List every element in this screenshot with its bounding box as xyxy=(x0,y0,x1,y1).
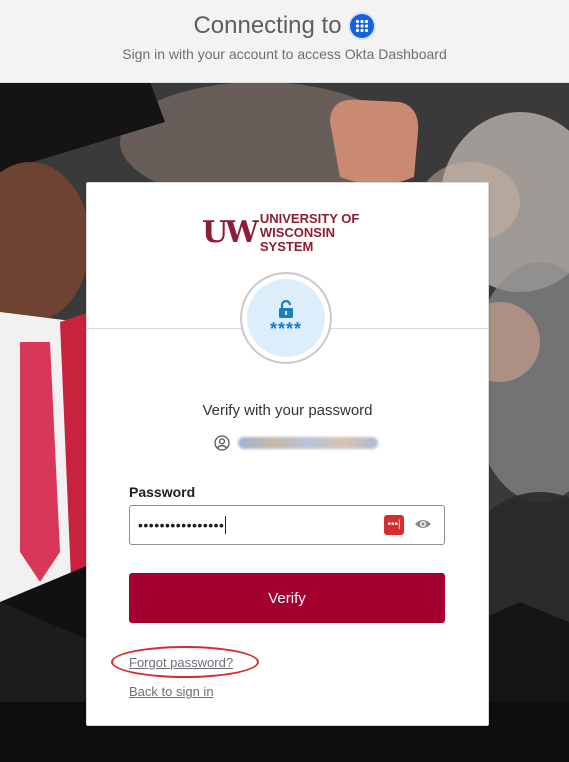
connecting-heading: Connecting to xyxy=(0,12,569,40)
password-label: Password xyxy=(129,484,196,500)
user-icon xyxy=(214,435,230,451)
uw-logo-line1: UNIVERSITY OF xyxy=(259,211,360,226)
verify-heading: Verify with your password xyxy=(202,402,373,419)
identifier-redacted xyxy=(238,437,378,449)
eye-icon[interactable] xyxy=(414,517,432,531)
connecting-banner: Connecting to Sign in with your account … xyxy=(0,0,569,83)
password-factor-badge: **** xyxy=(240,272,332,364)
connecting-subtitle: Sign in with your account to access Okta… xyxy=(122,46,447,62)
verify-button[interactable]: Verify xyxy=(129,573,445,623)
uw-logo-mark: UW xyxy=(202,215,259,250)
login-card: UW UNIVERSITY OF WISCONSIN SYSTEM **** V… xyxy=(86,182,489,726)
identifier-row xyxy=(214,435,378,451)
connecting-text: Connecting to xyxy=(193,12,342,39)
unlock-icon xyxy=(279,300,293,318)
uw-logo-wordmark: UNIVERSITY OF WISCONSIN SYSTEM xyxy=(260,212,374,254)
forgot-password-link[interactable]: Forgot password? xyxy=(129,655,233,670)
uw-system-logo: UW UNIVERSITY OF WISCONSIN SYSTEM xyxy=(202,212,374,254)
okta-grid-icon xyxy=(347,12,376,40)
password-manager-icon[interactable]: •••| xyxy=(384,515,404,535)
uw-logo-line2: WISCONSIN SYSTEM xyxy=(259,225,335,254)
password-stars: **** xyxy=(269,319,303,339)
back-to-sign-in-link[interactable]: Back to sign in xyxy=(129,684,214,699)
text-caret xyxy=(225,516,227,534)
password-value: •••••••••••••••• xyxy=(138,517,225,533)
password-lock-icon: **** xyxy=(247,279,325,357)
password-field[interactable]: •••••••••••••••• •••| xyxy=(129,505,445,545)
